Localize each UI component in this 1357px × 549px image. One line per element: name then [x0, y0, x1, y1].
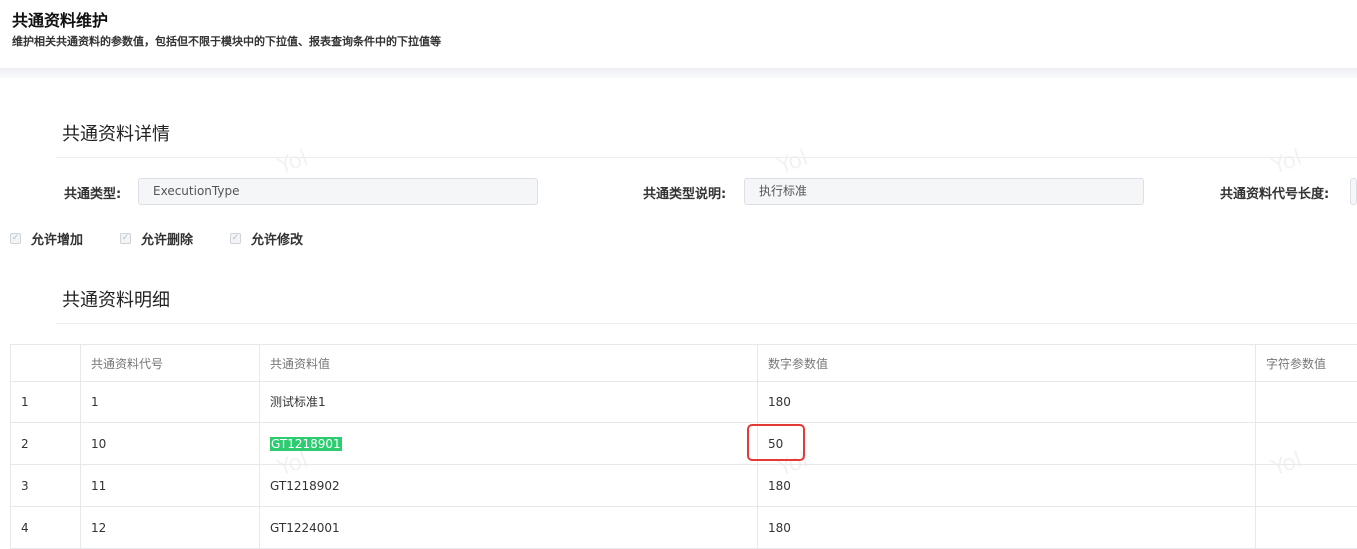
annotation-highlight-box	[747, 424, 805, 461]
detail-section-divider	[56, 157, 1357, 158]
allow-delete-label: 允许删除	[141, 232, 194, 248]
string-cell[interactable]	[1255, 465, 1357, 506]
watermark: Yol	[274, 145, 312, 180]
code-length-label: 共通资料代号长度:	[1220, 187, 1330, 202]
string-cell[interactable]	[1255, 507, 1357, 548]
watermark: Yol	[774, 145, 812, 180]
table-row[interactable]: 4 12 GT1224001 180	[10, 507, 1357, 549]
table-row[interactable]: 2 10 GT1218901 50	[10, 423, 1357, 465]
allow-add-label: 允许增加	[31, 232, 84, 248]
common-type-desc-field[interactable]: 执行标准	[744, 178, 1144, 205]
column-header-string[interactable]: 字符参数值	[1255, 345, 1357, 381]
table-row[interactable]: 3 11 GT1218902 180	[10, 465, 1357, 507]
selected-text-highlight: GT1218901	[270, 436, 342, 451]
allow-delete-checkbox[interactable]: ✓ 允许删除	[120, 230, 194, 248]
watermark: Yol	[1268, 145, 1306, 180]
list-section-divider	[56, 323, 1357, 324]
common-type-field[interactable]: ExecutionType	[138, 178, 538, 205]
common-type-label: 共通类型:	[64, 187, 122, 202]
row-index: 1	[10, 381, 80, 422]
page-header: 共通资料维护 维护相关共通资料的参数值，包括但不限于模块中的下拉值、报表查询条件…	[0, 0, 1357, 68]
list-section-title: 共通资料明细	[62, 290, 170, 311]
allow-edit-label: 允许修改	[251, 232, 304, 248]
code-cell[interactable]: 12	[80, 507, 259, 548]
table-header-row: 共通资料代号 共通资料值 数字参数值 字符参数值	[10, 344, 1357, 382]
value-cell[interactable]: GT1218902	[259, 465, 757, 506]
header-divider	[0, 68, 1357, 78]
code-cell[interactable]: 10	[80, 423, 259, 464]
row-index: 4	[10, 507, 80, 548]
numeric-cell[interactable]: 180	[757, 507, 1255, 548]
numeric-cell[interactable]: 50	[757, 423, 1255, 464]
page-description: 维护相关共通资料的参数值，包括但不限于模块中的下拉值、报表查询条件中的下拉值等	[12, 35, 441, 48]
value-cell[interactable]: 测试标准1	[259, 381, 757, 422]
code-length-field[interactable]	[1350, 178, 1357, 205]
code-cell[interactable]: 1	[80, 381, 259, 422]
column-header-numeric[interactable]: 数字参数值	[757, 345, 1255, 381]
check-icon: ✓	[10, 232, 21, 244]
check-icon: ✓	[120, 232, 131, 244]
numeric-cell[interactable]: 180	[757, 381, 1255, 422]
column-header-value[interactable]: 共通资料值	[259, 345, 757, 381]
value-cell[interactable]: GT1224001	[259, 507, 757, 548]
detail-section-title: 共通资料详情	[62, 124, 170, 145]
value-cell[interactable]: GT1218901	[259, 423, 757, 464]
table-row[interactable]: 1 1 测试标准1 180	[10, 381, 1357, 423]
numeric-cell[interactable]: 180	[757, 465, 1255, 506]
code-cell[interactable]: 11	[80, 465, 259, 506]
check-icon: ✓	[230, 232, 241, 244]
allow-add-checkbox[interactable]: ✓ 允许增加	[10, 230, 84, 248]
row-index: 3	[10, 465, 80, 506]
string-cell[interactable]	[1255, 423, 1357, 464]
allow-edit-checkbox[interactable]: ✓ 允许修改	[230, 230, 304, 248]
column-header-code[interactable]: 共通资料代号	[80, 345, 259, 381]
common-type-desc-label: 共通类型说明:	[643, 187, 727, 202]
column-header-index	[10, 345, 80, 381]
page-title: 共通资料维护	[12, 11, 109, 30]
string-cell[interactable]	[1255, 381, 1357, 422]
row-index: 2	[10, 423, 80, 464]
